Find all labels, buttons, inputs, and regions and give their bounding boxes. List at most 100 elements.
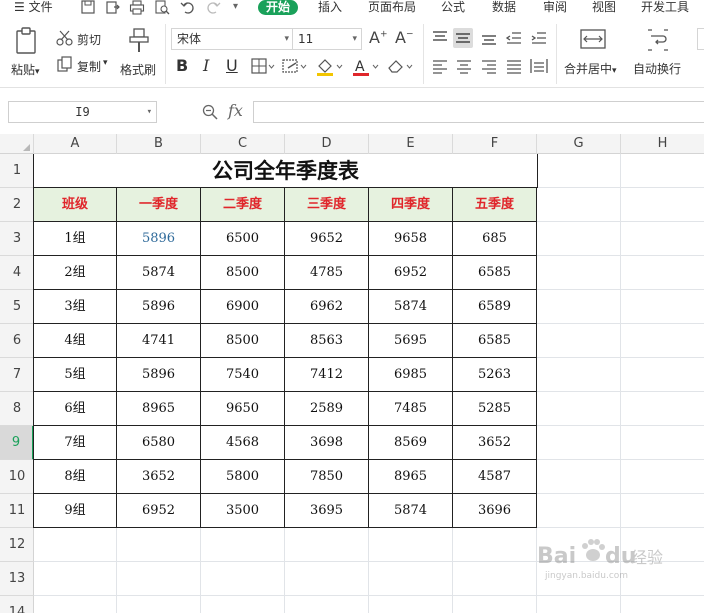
copy-button[interactable]: 复制 ▾	[56, 56, 112, 76]
row-header-6[interactable]: 6	[0, 324, 34, 358]
data-cell[interactable]: 4587	[453, 460, 537, 494]
data-cell[interactable]: 5263	[453, 358, 537, 392]
header-cell[interactable]: 三季度	[285, 188, 369, 222]
data-cell[interactable]: 9658	[369, 222, 453, 256]
data-cell[interactable]: 4568	[201, 426, 285, 460]
tab-page-layout[interactable]: 页面布局	[368, 0, 416, 16]
zoom-search-icon[interactable]	[202, 104, 218, 120]
quick-access-dropdown-icon[interactable]: ▾	[233, 0, 238, 16]
wrap-text-button[interactable]: 自动换行	[631, 26, 687, 82]
format-painter-button[interactable]: 格式刷	[120, 26, 160, 82]
tab-home[interactable]: 开始	[258, 0, 299, 15]
cell-style-icon[interactable]	[282, 58, 308, 76]
borders-icon[interactable]	[251, 58, 275, 76]
data-cell[interactable]: 3组	[34, 290, 117, 324]
decrease-indent-icon[interactable]	[504, 28, 524, 48]
data-cell[interactable]: 4741	[117, 324, 201, 358]
align-center-icon[interactable]	[454, 56, 474, 76]
justify-icon[interactable]	[504, 56, 524, 76]
fx-icon[interactable]: fx	[228, 101, 243, 120]
row-header-2[interactable]: 2	[0, 188, 34, 222]
row-header-12[interactable]: 12	[0, 528, 34, 562]
data-cell[interactable]: 5874	[369, 290, 453, 324]
undo-icon[interactable]	[180, 0, 196, 15]
name-box[interactable]: I9 ▾	[8, 101, 157, 123]
data-cell[interactable]: 6组	[34, 392, 117, 426]
data-cell[interactable]: 3652	[117, 460, 201, 494]
data-cell[interactable]: 3500	[201, 494, 285, 528]
data-cell[interactable]: 6985	[369, 358, 453, 392]
data-cell[interactable]: 6580	[117, 426, 201, 460]
data-cell[interactable]: 3695	[285, 494, 369, 528]
data-cell[interactable]: 6585	[453, 324, 537, 358]
data-cell[interactable]: 1组	[34, 222, 117, 256]
print-preview-icon[interactable]	[154, 0, 170, 15]
column-header-g[interactable]: G	[537, 134, 621, 154]
eraser-icon[interactable]	[386, 58, 414, 76]
data-cell[interactable]: 6500	[201, 222, 285, 256]
row-header-10[interactable]: 10	[0, 460, 34, 494]
data-cell[interactable]: 7412	[285, 358, 369, 392]
data-cell[interactable]: 6952	[369, 256, 453, 290]
merge-center-button[interactable]: 合并居中▾	[562, 26, 624, 82]
tab-developer[interactable]: 开发工具	[641, 0, 689, 16]
tab-insert[interactable]: 插入	[318, 0, 342, 16]
column-header-d[interactable]: D	[285, 134, 369, 154]
header-cell[interactable]: 四季度	[369, 188, 453, 222]
data-cell[interactable]: 685	[453, 222, 537, 256]
row-header-11[interactable]: 11	[0, 494, 34, 528]
row-header-9[interactable]: 9	[0, 426, 34, 460]
data-cell[interactable]: 5874	[117, 256, 201, 290]
column-header-h[interactable]: H	[621, 134, 704, 154]
data-cell[interactable]: 8563	[285, 324, 369, 358]
data-cell[interactable]: 3652	[453, 426, 537, 460]
column-header-e[interactable]: E	[369, 134, 453, 154]
redo-icon[interactable]	[205, 0, 221, 15]
data-cell[interactable]: 9650	[201, 392, 285, 426]
data-cell[interactable]: 5896	[117, 290, 201, 324]
data-cell[interactable]: 8569	[369, 426, 453, 460]
align-left-icon[interactable]	[430, 56, 450, 76]
align-bottom-icon[interactable]	[479, 28, 499, 48]
align-middle-icon[interactable]	[453, 28, 473, 48]
font-size-select[interactable]: 11 ▾	[292, 28, 362, 50]
data-cell[interactable]: 7850	[285, 460, 369, 494]
header-cell[interactable]: 一季度	[117, 188, 201, 222]
data-cell[interactable]: 5800	[201, 460, 285, 494]
data-cell[interactable]: 8500	[201, 256, 285, 290]
underline-icon[interactable]: U	[226, 56, 238, 75]
data-cell[interactable]: 8500	[201, 324, 285, 358]
header-cell[interactable]: 五季度	[453, 188, 537, 222]
data-cell[interactable]: 4785	[285, 256, 369, 290]
row-header-3[interactable]: 3	[0, 222, 34, 256]
column-header-b[interactable]: B	[117, 134, 201, 154]
data-cell[interactable]: 2组	[34, 256, 117, 290]
tab-review[interactable]: 审阅	[543, 0, 567, 16]
fill-color-icon[interactable]	[316, 58, 344, 76]
column-header-a[interactable]: A	[34, 134, 117, 154]
data-cell[interactable]: 5695	[369, 324, 453, 358]
header-cell[interactable]: 二季度	[201, 188, 285, 222]
data-cell[interactable]: 5874	[369, 494, 453, 528]
row-header-7[interactable]: 7	[0, 358, 34, 392]
font-color-icon[interactable]: A	[352, 58, 380, 76]
print-icon[interactable]	[129, 0, 145, 15]
data-cell[interactable]: 6589	[453, 290, 537, 324]
data-cell[interactable]: 6962	[285, 290, 369, 324]
row-header-1[interactable]: 1	[0, 154, 34, 188]
paste-button[interactable]: 粘贴▾	[8, 26, 44, 82]
tab-data[interactable]: 数据	[492, 0, 516, 16]
column-header-f[interactable]: F	[453, 134, 537, 154]
tab-view[interactable]: 视图	[592, 0, 616, 16]
data-cell[interactable]: 6952	[117, 494, 201, 528]
data-cell[interactable]: 8965	[117, 392, 201, 426]
data-cell[interactable]: 5组	[34, 358, 117, 392]
font-name-select[interactable]: 宋体 ▾	[171, 28, 294, 50]
export-icon[interactable]	[105, 0, 121, 15]
cut-button[interactable]: 剪切	[56, 29, 106, 49]
italic-icon[interactable]: I	[203, 56, 209, 75]
row-header-13[interactable]: 13	[0, 562, 34, 596]
data-cell[interactable]: 3698	[285, 426, 369, 460]
formula-input[interactable]	[253, 101, 704, 123]
row-header-8[interactable]: 8	[0, 392, 34, 426]
